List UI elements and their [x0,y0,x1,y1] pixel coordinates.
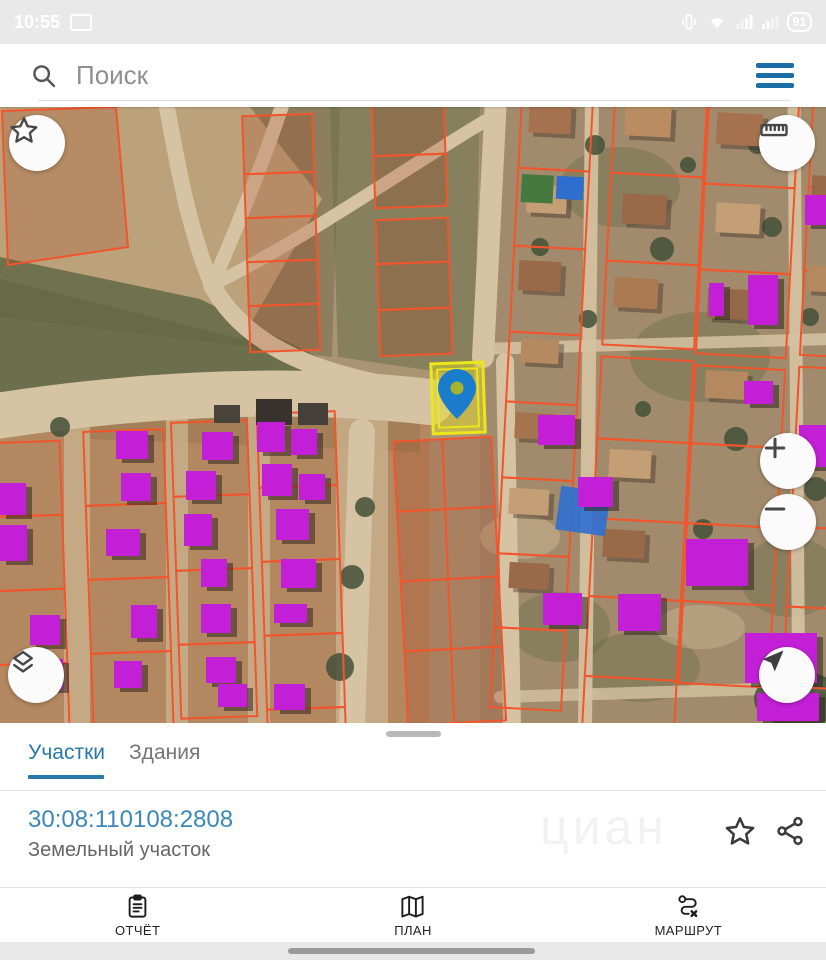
map-container[interactable] [0,107,826,723]
star-icon [10,116,38,143]
report-clipboard-icon [128,894,147,918]
signal-icon-sim2 [761,15,779,29]
nav-route-button[interactable]: МАРШРУТ [551,888,826,943]
status-bar: 10:55 91 [0,0,826,44]
map-canvas[interactable] [0,107,826,723]
nav-report-label: ОТЧЁТ [114,923,161,938]
tab-parcels[interactable]: Участки [28,741,105,765]
drag-handle[interactable] [386,731,441,737]
tab-buildings[interactable]: Здания [129,741,200,765]
active-tab-underline [28,775,104,779]
home-indicator[interactable] [288,948,535,954]
ruler-button[interactable] [759,115,815,171]
parcel-id-link[interactable]: 30:08:110108:2808 [28,806,233,834]
share-icon [777,816,803,846]
message-icon [70,13,93,31]
clock: 10:55 [14,11,61,32]
nav-plan-button[interactable]: ПЛАН [275,888,550,943]
wifi-icon [710,18,723,28]
search-underline [38,100,790,101]
nav-route-label: МАРШРУТ [654,923,723,938]
my-location-button[interactable] [759,647,815,703]
watermark: циан [540,799,668,855]
ruler-icon [760,123,788,137]
route-icon [678,895,698,918]
layers-icon [13,650,33,673]
home-strip [0,942,826,960]
favorites-button[interactable] [9,115,65,171]
favorite-parcel-button[interactable] [724,815,756,850]
layers-button[interactable] [8,647,64,703]
signal-icon-sim1 [735,15,753,29]
minus-icon [764,507,786,511]
search-icon [30,62,58,90]
bottom-sheet: Участки Здания циан 30:08:110108:2808 Зе… [0,723,826,887]
plus-icon [764,437,786,459]
vibrate-icon [681,14,696,30]
menu-button[interactable] [750,57,800,94]
battery-indicator: 91 [786,12,812,32]
parcel-type-label: Земельный участок [28,839,211,861]
nav-plan-label: ПЛАН [394,923,432,938]
search-bar [0,44,826,107]
navigate-arrow-icon [762,650,784,672]
zoom-out-button[interactable] [760,494,816,550]
bottom-nav: ОТЧЁТ ПЛАН МАРШРУТ [0,887,826,943]
divider [0,790,826,791]
share-button[interactable] [774,815,806,850]
nav-report-button[interactable]: ОТЧЁТ [0,888,275,943]
search-input[interactable] [74,59,750,92]
folded-map-icon [401,895,425,918]
star-outline-icon [725,817,755,845]
zoom-in-button[interactable] [760,433,816,489]
